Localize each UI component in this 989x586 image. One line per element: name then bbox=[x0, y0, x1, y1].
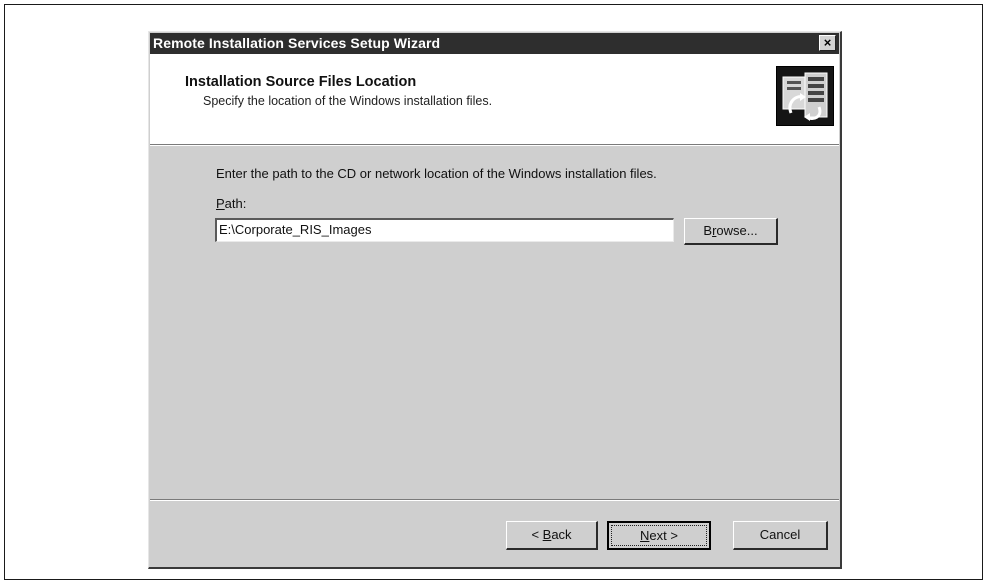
close-button[interactable]: × bbox=[819, 35, 836, 51]
page-title: Installation Source Files Location bbox=[185, 74, 417, 90]
header-divider bbox=[150, 145, 839, 146]
back-button[interactable]: < Back bbox=[506, 521, 598, 550]
window-title: Remote Installation Services Setup Wizar… bbox=[153, 35, 441, 51]
next-label-mnemonic: N bbox=[640, 528, 650, 543]
browse-label-rest: owse... bbox=[716, 223, 758, 238]
next-button[interactable]: Next > bbox=[607, 521, 711, 550]
wizard-header: Installation Source Files Location Speci… bbox=[150, 54, 839, 145]
wizard-setup-icon bbox=[776, 66, 834, 126]
cancel-button[interactable]: Cancel bbox=[733, 521, 828, 550]
wizard-dialog: Remote Installation Services Setup Wizar… bbox=[148, 31, 842, 569]
instruction-text: Enter the path to the CD or network loca… bbox=[216, 166, 657, 181]
path-label: Path: bbox=[216, 196, 246, 211]
path-input[interactable]: E:\Corporate_RIS_Images bbox=[215, 218, 674, 242]
title-bar: Remote Installation Services Setup Wizar… bbox=[150, 33, 839, 54]
back-label-rest: ack bbox=[551, 527, 572, 542]
path-label-text: ath: bbox=[224, 196, 247, 211]
path-label-mnemonic: P bbox=[216, 196, 225, 211]
next-label-rest: ext > bbox=[649, 528, 678, 543]
next-button-focus-ring: Next > bbox=[611, 525, 707, 546]
page-subtitle: Specify the location of the Windows inst… bbox=[203, 94, 493, 108]
browse-label-pre: B bbox=[703, 223, 713, 238]
footer-divider bbox=[150, 499, 839, 501]
close-icon: × bbox=[823, 35, 832, 50]
back-label-pre: < bbox=[531, 527, 543, 542]
browse-button[interactable]: Browse... bbox=[684, 218, 778, 245]
